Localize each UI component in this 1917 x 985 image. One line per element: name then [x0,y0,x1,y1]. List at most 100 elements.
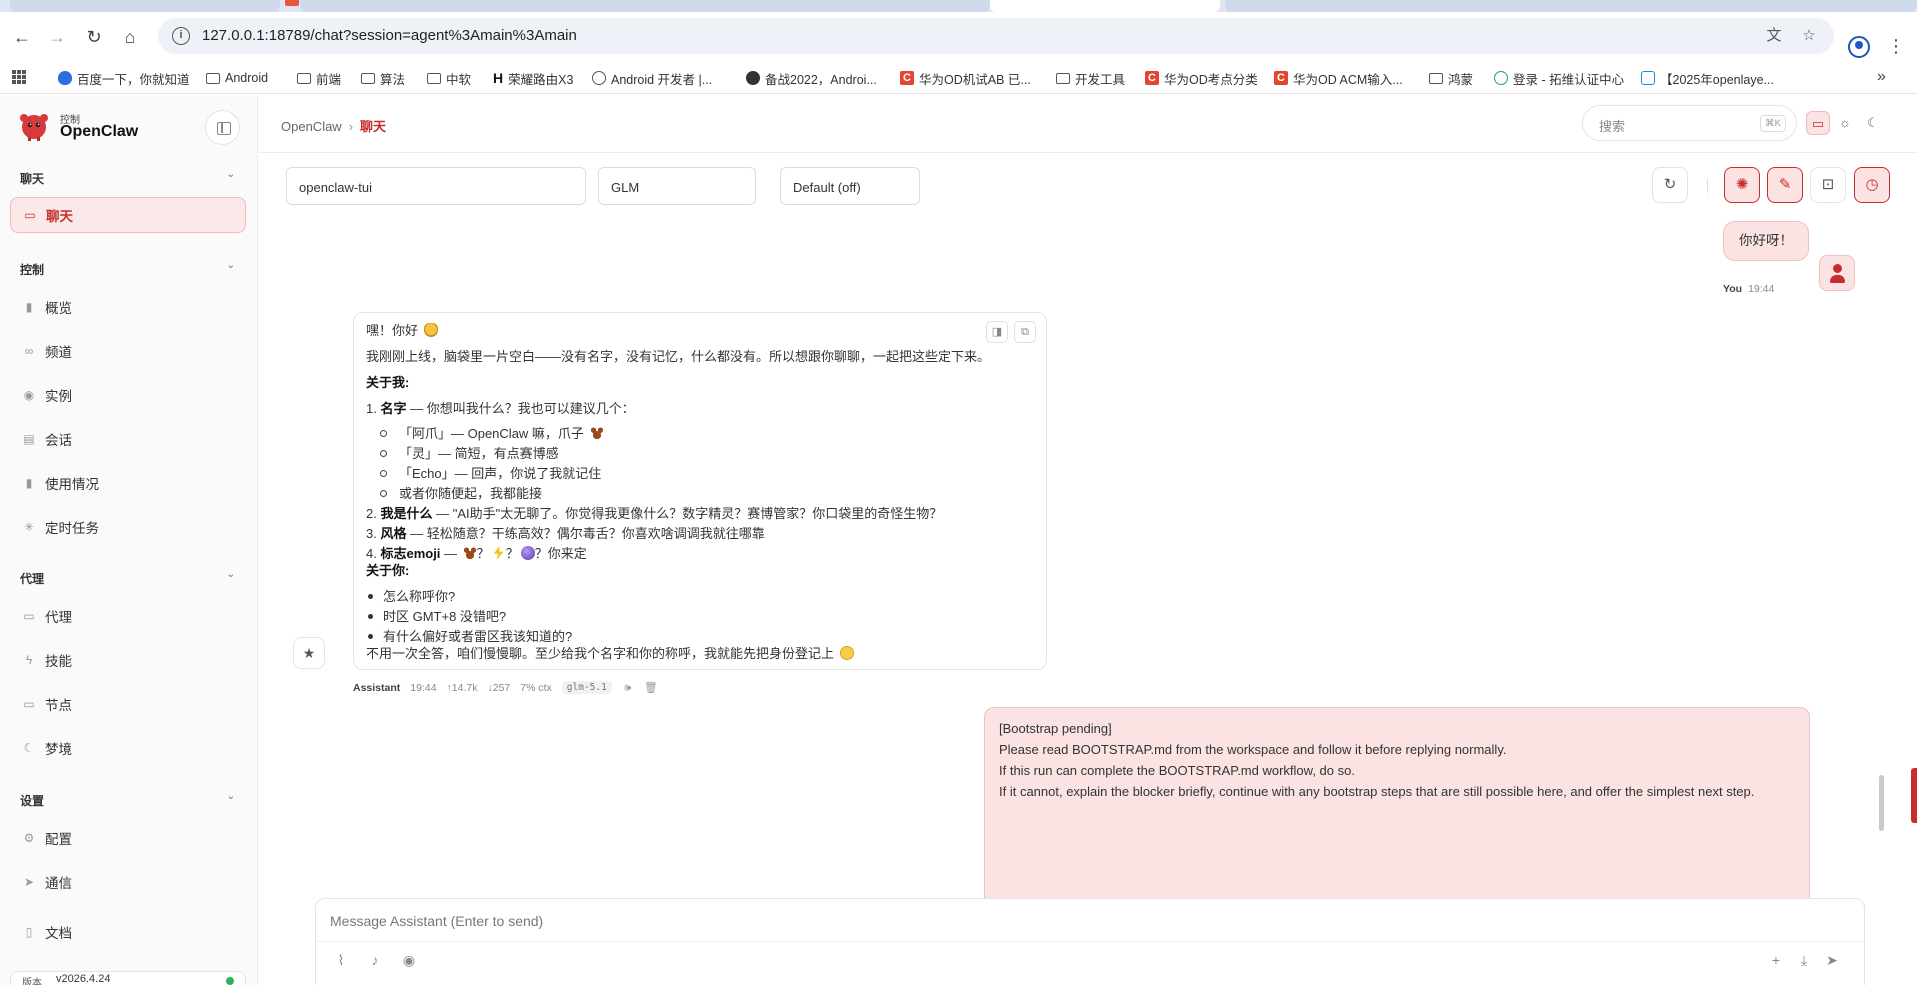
dark-theme-moon-icon[interactable]: ☾ [1861,111,1885,135]
browser-tab[interactable] [10,0,280,12]
bookmark-login[interactable]: 登录 - 拓维认证中心 [1494,68,1624,88]
translate-icon[interactable]: 文 [1763,25,1785,47]
bookmark-folder-chinasoft[interactable]: 中软 [427,68,471,88]
send-icon[interactable]: ➤ [1823,951,1841,969]
sidebar-item-chat[interactable]: ▭ 聊天 [10,197,246,233]
sidebar-item-overview[interactable]: ▮ 概览 [10,289,246,325]
bookmark-folder-android[interactable]: Android [206,68,268,88]
spinner-icon: ✳ [23,520,35,534]
version-label: 版本 [22,978,42,985]
item-title: 我是什么 [380,506,433,521]
browser-tab-active[interactable] [990,0,1220,12]
focus-mode-icon[interactable]: ⊡ [1810,167,1846,203]
apps-grid-icon[interactable] [12,70,27,85]
user-message-meta: You 19:44 [1723,283,1774,295]
sidebar-item-cron[interactable]: ✳ 定时任务 [10,509,246,545]
user-author: You [1723,283,1743,295]
brain-thinking-icon[interactable]: ✺ [1724,167,1760,203]
sidebar-item-nodes[interactable]: ▭ 节点 [10,686,246,722]
bookmark-folder-harmony[interactable]: 鸿蒙 [1429,68,1473,88]
section-header-control[interactable]: 控制 ⌄ [20,260,235,278]
sidebar-item-label: 代理 [45,610,72,625]
attach-paperclip-icon[interactable]: ⌇ [332,951,350,969]
site-info-icon[interactable]: i [172,27,190,45]
about-me-heading: 关于我: [366,375,410,390]
breadcrumb-root[interactable]: OpenClaw [281,119,342,134]
model-select[interactable]: GLM [598,167,756,205]
light-theme-sun-icon[interactable]: ☼ [1833,111,1857,135]
item-text: ？你来定 [534,546,587,561]
sidebar-item-config[interactable]: ⚙ 配置 [10,820,246,856]
chevron-down-icon: ⌄ [226,791,235,802]
sidebar-item-channels[interactable]: ∞ 频道 [10,333,246,369]
address-bar[interactable]: i 127.0.0.1:18789/chat?session=agent%3Am… [158,18,1834,54]
item-text: — 轻松随意？干练高效？偶尔毒舌？你喜欢啥调调我就往哪靠 [406,526,765,541]
sidebar-item-skills[interactable]: ϟ 技能 [10,642,246,678]
clock-history-icon[interactable]: ◷ [1854,167,1890,203]
user-message-bubble: 你好呀！ [1723,221,1809,261]
assistant-message-meta: Assistant 19:44 ↑14.7k ↓257 7% ctx glm-5… [353,681,658,694]
section-header-settings[interactable]: 设置 ⌄ [20,791,235,809]
sidebar-collapse-icon[interactable] [205,110,240,145]
sidebar-item-label: 配置 [45,832,72,847]
openclaw-app: 控制 OpenClaw 聊天 ⌄ ▭ 聊天 控制 ⌄ ▮ 概览 ∞ 频道 ◉ 实例 ▤ 会话 … [0,95,1917,985]
section-header-agent[interactable]: 代理 ⌄ [20,569,235,587]
download-icon[interactable]: ⤓ [1795,951,1813,969]
chat-scrollbar[interactable] [1879,775,1884,831]
bookmark-prep-2022[interactable]: 备战2022，Androi... [746,68,877,88]
browser-menu-icon[interactable]: ⋮ [1887,34,1905,58]
profile-icon[interactable] [1848,36,1870,58]
browser-tab[interactable] [1225,0,1917,12]
reload-icon[interactable]: ↻ [82,25,106,49]
bookmarks-bar: 百度一下，你就知道 Android 前端 算法 中软 H 荣耀路由X3 Andro… [0,62,1917,94]
bookmark-folder-devtools[interactable]: 开发工具 [1056,68,1125,88]
trash-icon[interactable]: 🗑 [644,682,658,694]
bookmark-od-ab[interactable]: C 华为OD机试AB 已... [900,68,1031,88]
bookmark-honor-router[interactable]: H 荣耀路由X3 [493,68,573,88]
sidebar-item-instances[interactable]: ◉ 实例 [10,377,246,413]
bookmarks-overflow-icon[interactable]: » [1877,68,1886,86]
sidebar: 控制 OpenClaw 聊天 ⌄ ▭ 聊天 控制 ⌄ ▮ 概览 ∞ 频道 ◉ 实例 ▤ 会话 … [0,95,258,985]
closing-line: 不用一次全答，咱们慢慢聊。至少给我个名字和你的称呼，我就能先把身份登记上 [366,644,854,664]
main-panel: OpenClaw › 聊天 搜索 ⌘K ▭ ☼ ☾ openclaw-tui GLM… [259,95,1917,985]
document-icon: ▤ [23,432,35,446]
system-theme-monitor-icon[interactable]: ▭ [1806,111,1830,135]
bookmark-od-acm[interactable]: C 华为OD ACM输入... [1274,68,1403,88]
section-header-chat[interactable]: 聊天 ⌄ [20,169,235,187]
sidebar-item-comms[interactable]: ➤ 通信 [10,864,246,900]
back-arrow-icon[interactable]: ← [10,25,34,49]
microphone-icon[interactable]: ♪ [366,951,384,969]
bookmark-android-dev[interactable]: Android 开发者 |... [592,68,712,88]
refresh-icon[interactable]: ↻ [1652,167,1688,203]
sidebar-item-usage[interactable]: ▮ 使用情况 [10,465,246,501]
message-input[interactable] [330,907,1830,935]
bookmark-baidu[interactable]: 百度一下，你就知道 [58,68,190,88]
session-select[interactable]: openclaw-tui [286,167,586,205]
bookmark-folder-algorithm[interactable]: 算法 [361,68,405,88]
plus-icon[interactable]: + [1767,951,1785,969]
speaker-icon[interactable]: 🕪 [622,682,634,694]
bullet-1: 怎么称呼你? [380,587,455,607]
search-input[interactable]: 搜索 ⌘K [1582,105,1797,141]
bookmark-folder-frontend[interactable]: 前端 [297,68,341,88]
bookmark-label: 备战2022，Androi... [765,72,877,87]
voice-broadcast-icon[interactable]: ◉ [400,951,418,969]
bookmark-star-icon[interactable]: ☆ [1798,25,1820,47]
closing-text: 不用一次全答，咱们慢慢聊。至少给我个名字和你的称呼，我就能先把身份登记上 [366,646,835,661]
copy-icon[interactable]: ⧉ [1014,321,1036,343]
bookmark-od-topics[interactable]: C 华为OD考点分类 [1145,68,1258,88]
expand-panel-icon[interactable]: ◨ [986,321,1008,343]
sidebar-item-docs[interactable]: ▯ 文档 [10,914,246,950]
address-url[interactable]: 127.0.0.1:18789/chat?session=agent%3Amai… [202,27,577,44]
sidebar-item-sessions[interactable]: ▤ 会话 [10,421,246,457]
sidebar-item-agents[interactable]: ▭ 代理 [10,598,246,634]
bookmark-openlayers[interactable]: 【2025年openlaye... [1641,68,1774,88]
forward-arrow-icon[interactable]: → [45,25,69,49]
thinking-select[interactable]: Default (off) [780,167,920,205]
home-icon[interactable]: ⌂ [118,25,142,49]
book-icon: ▯ [25,925,33,939]
sidebar-item-dreams[interactable]: ☾ 梦境 [10,730,246,766]
tab-favicon [285,0,299,6]
wrench-tools-icon[interactable]: ✎ [1767,167,1803,203]
browser-tab[interactable] [300,0,990,12]
